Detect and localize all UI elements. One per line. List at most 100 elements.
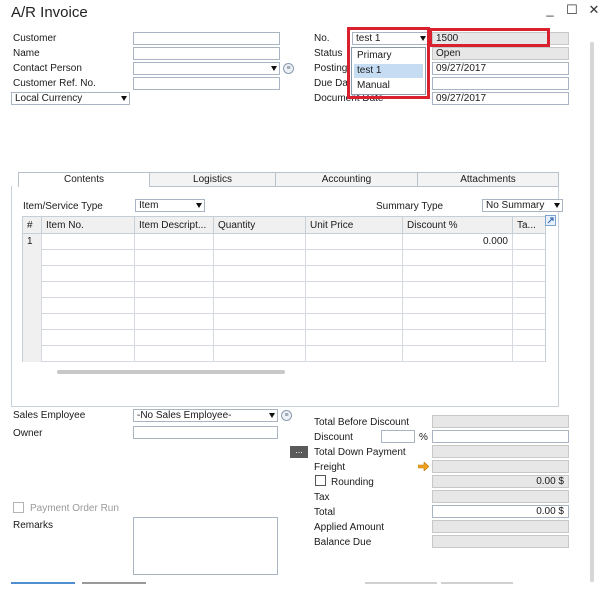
table-cell[interactable] [513, 346, 547, 362]
table-row[interactable] [23, 266, 545, 282]
bottom-button-copy-from[interactable] [365, 582, 437, 584]
table-cell[interactable] [135, 346, 214, 362]
table-cell[interactable] [306, 282, 403, 298]
bottom-button-cancel[interactable] [82, 582, 146, 584]
column-header[interactable]: Quantity [214, 217, 306, 234]
table-cell[interactable] [513, 250, 547, 266]
table-cell[interactable] [403, 298, 513, 314]
table-cell[interactable] [306, 330, 403, 346]
table-cell[interactable] [135, 314, 214, 330]
table-cell[interactable] [42, 282, 135, 298]
table-cell[interactable] [306, 346, 403, 362]
table-cell[interactable] [306, 234, 403, 250]
table-horizontal-scrollbar[interactable] [57, 370, 285, 374]
table-cell[interactable] [513, 314, 547, 330]
table-cell[interactable]: 0.000 [403, 234, 513, 250]
customer-ref-input[interactable] [133, 77, 280, 90]
row-number-cell[interactable] [23, 266, 42, 282]
table-cell[interactable] [42, 266, 135, 282]
column-header[interactable]: Unit Price [306, 217, 403, 234]
bottom-button-copy-to[interactable] [441, 582, 513, 584]
table-cell[interactable] [214, 314, 306, 330]
table-cell[interactable] [135, 234, 214, 250]
table-cell[interactable] [513, 282, 547, 298]
table-cell[interactable] [214, 266, 306, 282]
table-cell[interactable] [214, 330, 306, 346]
contact-person-select[interactable] [133, 62, 280, 75]
table-cell[interactable] [42, 298, 135, 314]
table-cell[interactable] [403, 266, 513, 282]
table-cell[interactable] [135, 298, 214, 314]
table-row[interactable] [23, 250, 545, 266]
name-input[interactable] [133, 47, 280, 60]
table-cell[interactable] [135, 282, 214, 298]
more-button[interactable]: ... [290, 446, 308, 458]
tab-accounting[interactable]: Accounting [275, 172, 418, 187]
remarks-textarea[interactable] [133, 517, 278, 575]
table-cell[interactable] [403, 346, 513, 362]
table-cell[interactable] [214, 250, 306, 266]
column-header[interactable]: Ta... [513, 217, 547, 234]
table-cell[interactable] [214, 234, 306, 250]
row-number-cell[interactable] [23, 298, 42, 314]
table-cell[interactable] [513, 298, 547, 314]
maximize-button[interactable]: ☐ [565, 3, 579, 17]
document-date-input[interactable]: 09/27/2017 [432, 92, 569, 105]
table-row[interactable] [23, 282, 545, 298]
due-date-input[interactable] [432, 77, 569, 90]
table-row[interactable] [23, 314, 545, 330]
owner-input[interactable] [133, 426, 278, 439]
row-number-cell[interactable] [23, 330, 42, 346]
sales-employee-select[interactable]: -No Sales Employee- [133, 409, 278, 422]
table-row[interactable] [23, 346, 545, 362]
bottom-button-add[interactable] [11, 582, 75, 584]
table-cell[interactable] [306, 250, 403, 266]
table-cell[interactable] [214, 346, 306, 362]
window-vertical-scrollbar[interactable] [590, 42, 594, 582]
rounding-checkbox[interactable] [315, 475, 326, 486]
table-cell[interactable] [42, 330, 135, 346]
table-cell[interactable] [513, 234, 547, 250]
table-cell[interactable] [513, 266, 547, 282]
payment-order-run-checkbox[interactable] [13, 502, 24, 513]
expand-link-icon[interactable] [545, 215, 556, 226]
table-cell[interactable] [306, 314, 403, 330]
table-row[interactable]: 1 0.000 [23, 234, 545, 250]
table-row[interactable] [23, 298, 545, 314]
summary-type-select[interactable]: No Summary [482, 199, 563, 212]
table-cell[interactable] [42, 346, 135, 362]
table-cell[interactable] [403, 314, 513, 330]
column-header[interactable]: Item No. [42, 217, 135, 234]
table-cell[interactable] [403, 330, 513, 346]
row-number-cell[interactable] [23, 314, 42, 330]
column-header[interactable]: Discount % [403, 217, 513, 234]
lookup-icon[interactable]: ≡ [283, 63, 294, 74]
row-number-cell[interactable]: 1 [23, 234, 42, 250]
table-cell[interactable] [214, 282, 306, 298]
item-type-select[interactable]: Item [135, 199, 205, 212]
table-cell[interactable] [42, 314, 135, 330]
posting-date-input[interactable]: 09/27/2017 [432, 62, 569, 75]
tab-contents[interactable]: Contents [18, 172, 150, 187]
minimize-button[interactable]: _ [543, 3, 557, 17]
tab-attachments[interactable]: Attachments [417, 172, 559, 187]
customer-input[interactable] [133, 32, 280, 45]
currency-select[interactable]: Local Currency [11, 92, 130, 105]
table-row[interactable] [23, 330, 545, 346]
column-header[interactable]: Item Descript... [135, 217, 214, 234]
discount-percent-input[interactable] [381, 430, 415, 443]
discount-amount-input[interactable] [432, 430, 569, 443]
table-cell[interactable] [306, 266, 403, 282]
table-cell[interactable] [135, 330, 214, 346]
table-cell[interactable] [135, 266, 214, 282]
table-cell[interactable] [42, 250, 135, 266]
table-cell[interactable] [214, 298, 306, 314]
row-number-cell[interactable] [23, 282, 42, 298]
close-button[interactable]: ✕ [587, 3, 601, 17]
row-number-cell[interactable] [23, 250, 42, 266]
table-cell[interactable] [513, 330, 547, 346]
table-cell[interactable] [306, 298, 403, 314]
lookup-icon[interactable]: ≡ [281, 410, 292, 421]
tab-logistics[interactable]: Logistics [149, 172, 276, 187]
table-cell[interactable] [403, 282, 513, 298]
